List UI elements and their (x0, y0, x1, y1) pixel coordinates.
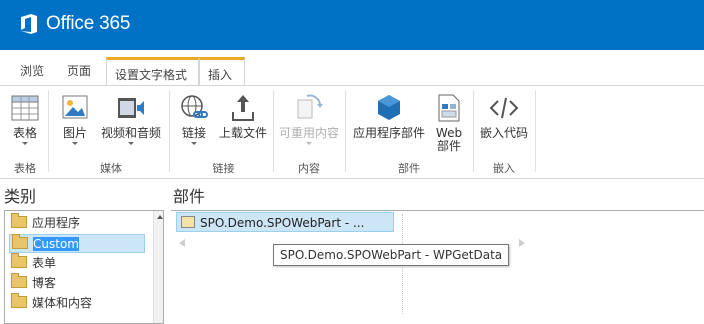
previous-arrow-icon[interactable] (179, 239, 185, 247)
video-audio-label: 视频和音频 (100, 126, 161, 140)
web-part-icon (433, 92, 465, 124)
reusable-content-button[interactable]: 可重用内容 (277, 92, 341, 145)
list-item[interactable]: 表单 (11, 253, 56, 273)
parts-header: 部件 (173, 187, 206, 206)
table-icon (9, 92, 41, 124)
group-divider (48, 90, 49, 172)
next-arrow-icon[interactable] (519, 239, 525, 247)
group-label-media: 媒体 (100, 162, 122, 175)
folder-icon (11, 253, 27, 268)
folder-icon (11, 273, 27, 288)
upload-file-button[interactable]: 上载文件 (216, 92, 270, 140)
picture-label: 图片 (62, 126, 87, 140)
web-part-label-line2: 部件 (436, 139, 461, 153)
folder-icon (11, 213, 27, 228)
folder-icon (12, 234, 28, 249)
list-item[interactable]: 应用程序 (11, 213, 80, 233)
link-button[interactable]: 链接 (177, 92, 211, 145)
group-divider (169, 90, 170, 172)
chevron-down-icon (22, 142, 28, 145)
table-label: 表格 (12, 126, 37, 140)
film-speaker-icon (115, 92, 147, 124)
table-button[interactable]: 表格 (8, 92, 42, 145)
folder-icon (11, 293, 27, 308)
picture-button[interactable]: 图片 (58, 92, 92, 145)
group-divider (273, 90, 274, 172)
upload-file-label: 上载文件 (218, 126, 267, 140)
tab-browse[interactable]: 浏览 (14, 60, 50, 82)
globe-link-icon (178, 92, 210, 124)
tab-format-text[interactable]: 设置文字格式 (106, 57, 199, 85)
group-label-embed: 嵌入 (493, 162, 515, 175)
tooltip: SPO.Demo.SPOWebPart - WPGetData (273, 244, 510, 266)
group-label-parts: 部件 (398, 162, 420, 175)
reusable-content-label: 可重用内容 (278, 126, 339, 140)
embed-code-label: 嵌入代码 (479, 126, 528, 140)
list-item-selected[interactable]: Custom (9, 234, 145, 253)
embed-code-button[interactable]: 嵌入代码 (478, 92, 530, 140)
group-label-table: 表格 (14, 162, 36, 175)
link-label: 链接 (181, 126, 206, 140)
group-label-content: 内容 (298, 162, 320, 175)
scroll-up-arrow-icon[interactable] (157, 215, 163, 219)
chevron-down-icon (128, 142, 134, 145)
web-part-icon (181, 216, 195, 228)
group-divider (535, 90, 536, 172)
chevron-down-icon (72, 142, 78, 145)
list-item[interactable]: 媒体和内容 (11, 293, 92, 313)
category-list[interactable]: 应用程序 Custom 表单 博客 媒体和内容 (4, 210, 164, 324)
code-icon (488, 92, 520, 124)
category-header: 类别 (4, 187, 37, 206)
list-item-selected[interactable]: SPO.Demo.SPOWebPart - ... (176, 212, 394, 232)
app-part-label: 应用程序部件 (352, 126, 425, 140)
app-part-button[interactable]: 应用程序部件 (350, 92, 428, 140)
group-divider (473, 90, 474, 172)
picture-icon (59, 92, 91, 124)
scrollbar[interactable] (153, 211, 163, 323)
group-divider (345, 90, 346, 172)
app-title[interactable]: Office 365 (46, 13, 130, 35)
chevron-down-icon (191, 142, 197, 145)
chevron-down-icon (306, 142, 312, 145)
tab-insert[interactable]: 插入 (199, 57, 245, 85)
list-item[interactable]: 博客 (11, 273, 56, 293)
video-audio-button[interactable]: 视频和音频 (98, 92, 164, 145)
reuse-content-icon (293, 92, 325, 124)
upload-icon (227, 92, 259, 124)
app-part-icon (373, 92, 405, 124)
group-label-links: 链接 (212, 162, 235, 175)
web-part-button[interactable]: Web 部件 (430, 92, 468, 153)
tab-page[interactable]: 页面 (61, 60, 97, 82)
office-logo-icon[interactable] (20, 13, 38, 35)
